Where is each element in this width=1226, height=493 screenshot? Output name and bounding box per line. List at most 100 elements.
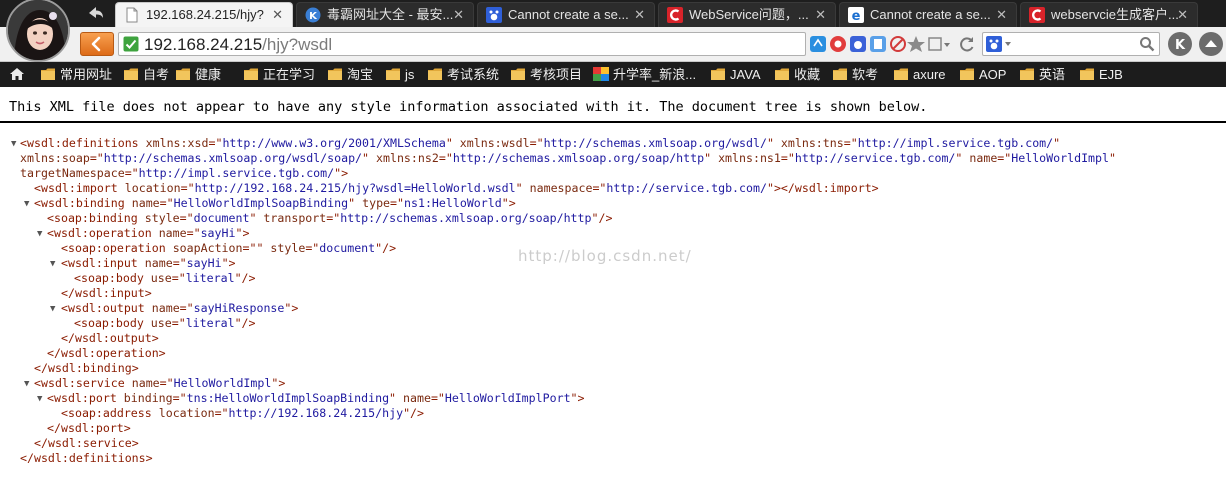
xml-attribute-name: binding [123, 391, 173, 405]
xml-attribute-value: http://www.w3.org/2001/XMLSchema [222, 136, 446, 150]
xml-attribute-value: http://service.tgb.com/ [606, 181, 767, 195]
xml-tag-text: " [1053, 136, 1061, 150]
page-menu-icon [928, 37, 950, 51]
svg-text:K: K [1175, 38, 1186, 53]
xml-attribute-value: HelloWorldImpl [173, 376, 272, 390]
xml-tag-text: " [445, 136, 460, 150]
tab-history-back-icon[interactable] [86, 4, 106, 22]
browser-menu-button[interactable] [1199, 32, 1223, 56]
tab-close-icon[interactable]: ✕ [1177, 7, 1188, 23]
xml-attribute-name: style [144, 211, 180, 225]
security-extension-icon [870, 36, 886, 52]
xml-attribute-name: name [131, 376, 160, 390]
xml-tag-text: =" [997, 151, 1012, 165]
tab-3[interactable]: Cannot create a se... ✕ [477, 2, 655, 27]
xml-tag-text: <wsdl:service [34, 376, 132, 390]
xml-attribute-value: http://192.168.24.215/hjy?wsdl=HelloWorl… [194, 181, 516, 195]
tab-4[interactable]: WebService问题，... ✕ [658, 2, 836, 27]
xml-style-notice: This XML file does not appear to have an… [9, 99, 928, 115]
xml-attribute-value: literal [185, 316, 235, 330]
xml-tag-text: <wsdl:operation [47, 226, 159, 240]
xml-tag-text: =" [390, 196, 404, 210]
xml-attribute-name: name [131, 196, 160, 210]
xml-tag-text: </wsdl:service> [34, 436, 139, 450]
folder-icon [1079, 67, 1095, 81]
tab-close-icon[interactable]: ✕ [453, 7, 464, 23]
folder-icon [893, 67, 909, 81]
xml-line: </wsdl:service> [34, 436, 139, 451]
xml-attribute-value: sayHi [186, 256, 222, 270]
xml-tag-text: "/> [403, 406, 425, 420]
baidu-paw-icon[interactable] [986, 36, 1012, 52]
collapse-toggle-icon[interactable]: ▼ [24, 199, 29, 209]
xml-tag-text: =" [208, 136, 223, 150]
share-extension-icon [810, 36, 826, 52]
collapse-toggle-icon[interactable]: ▼ [50, 259, 55, 269]
baidu-extension-icon [850, 36, 866, 52]
svg-text:e: e [852, 9, 861, 23]
xml-tag-text: ="" [242, 241, 271, 255]
xml-tag-text: <soap:binding [47, 211, 145, 225]
xml-line: <soap:address location="http://192.168.2… [61, 406, 424, 421]
tab-5[interactable]: e Cannot create a se... ✕ [839, 2, 1017, 27]
tab-title: WebService问题，... [689, 7, 809, 22]
tab-6[interactable]: webservcie生成客户... ✕ [1020, 2, 1198, 27]
xml-line: <wsdl:service name="HelloWorldImpl"> [34, 376, 285, 391]
bookmark-label: 考核项目 [530, 67, 583, 82]
xml-tag-text: " [362, 151, 377, 165]
tab-close-icon[interactable]: ✕ [272, 7, 283, 23]
collapse-toggle-icon[interactable]: ▼ [50, 304, 55, 314]
folder-icon [327, 67, 343, 81]
xml-tag-text: </wsdl:output> [61, 331, 159, 345]
xml-tag-text: " [389, 391, 404, 405]
xml-tag-text: =" [89, 151, 104, 165]
notice-divider [0, 121, 1226, 123]
xml-attribute-value: http://schemas.xmlsoap.org/soap/http [452, 151, 705, 165]
collapse-toggle-icon[interactable]: ▼ [11, 139, 16, 149]
xml-tag-text: =" [172, 256, 187, 270]
tab-title: Cannot create a se... [870, 7, 991, 22]
xml-tag-text: "> [570, 391, 585, 405]
xml-line: <wsdl:input name="sayHi"> [61, 256, 236, 271]
user-avatar[interactable] [6, 0, 70, 62]
back-button[interactable] [80, 32, 114, 56]
xml-attribute-value: http://impl.service.tgb.com/ [138, 166, 335, 180]
xml-attribute-name: xmlns:ns2 [376, 151, 439, 165]
address-bar[interactable]: 192.168.24.215/hjy?wsdl [118, 32, 806, 56]
search-icon[interactable] [1139, 36, 1155, 52]
tab-close-icon[interactable]: ✕ [815, 7, 826, 23]
xml-tag-text: "> [271, 376, 286, 390]
star-icon [907, 36, 925, 52]
folder-icon [123, 67, 139, 81]
xml-tag-text: =" [305, 241, 320, 255]
xml-attribute-value: document [319, 241, 376, 255]
xml-tag-text: =" [186, 226, 201, 240]
xml-attribute-name: xmlns:tns [780, 136, 844, 150]
collapse-toggle-icon[interactable]: ▼ [37, 394, 42, 404]
xml-tag-text: "> [501, 196, 516, 210]
tab-close-icon[interactable]: ✕ [634, 7, 645, 23]
tab-2[interactable]: K 毒霸网址大全 - 最安... ✕ [296, 2, 474, 27]
verified-check-icon [123, 36, 139, 52]
folder-icon [832, 67, 848, 81]
url-text[interactable]: 192.168.24.215/hjy?wsdl [144, 35, 332, 55]
search-box[interactable] [982, 32, 1160, 56]
collapse-toggle-icon[interactable]: ▼ [37, 229, 42, 239]
xml-tag-text: =" [843, 136, 858, 150]
xml-attribute-name: name [151, 301, 180, 315]
xml-tag-text: =" [171, 271, 186, 285]
xml-tag-text: =" [159, 196, 174, 210]
baidu-paw-icon [486, 7, 502, 23]
home-icon [9, 67, 25, 81]
xml-tag-text: =" [172, 391, 187, 405]
reload-icon[interactable] [958, 33, 976, 55]
bookmark-label: JAVA [730, 67, 761, 82]
folder-icon [40, 67, 56, 81]
tab-close-icon[interactable]: ✕ [996, 7, 1007, 23]
xml-line: </wsdl:input> [61, 286, 152, 301]
url-host: 192.168.24.215 [144, 35, 263, 54]
tab-1[interactable]: 192.168.24.215/hjy? ✕ [115, 2, 293, 27]
bookmark-label: 收藏 [794, 67, 821, 82]
account-k-button[interactable]: K [1168, 32, 1192, 56]
collapse-toggle-icon[interactable]: ▼ [24, 379, 29, 389]
